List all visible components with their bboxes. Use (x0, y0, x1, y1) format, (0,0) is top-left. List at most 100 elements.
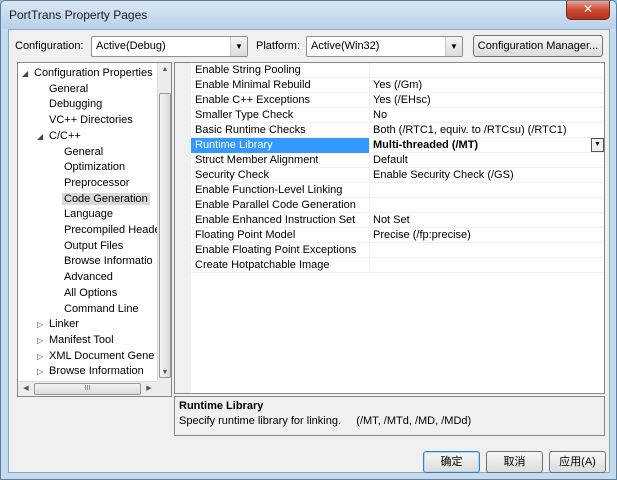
column-divider[interactable] (369, 153, 370, 168)
property-value[interactable]: Enable Security Check (/GS) (373, 169, 514, 181)
column-divider[interactable] (369, 198, 370, 213)
expand-icon[interactable]: ▷ (37, 333, 47, 349)
scroll-left-icon[interactable]: ◀ (19, 382, 33, 396)
column-divider[interactable] (369, 243, 370, 258)
property-row[interactable]: Enable Enhanced Instruction Set Not Set (191, 213, 604, 228)
platform-dropdown[interactable]: Active(Win32) ▼ (306, 36, 463, 57)
property-value[interactable]: Yes (/Gm) (373, 79, 422, 91)
property-name: Smaller Type Check (195, 109, 294, 121)
tree-item[interactable]: Output Files (52, 238, 125, 254)
scroll-up-icon[interactable]: ▲ (158, 63, 171, 77)
tree-item-label: XML Document Gene (49, 349, 155, 362)
property-name: Struct Member Alignment (195, 154, 319, 166)
configuration-label: Configuration: (15, 40, 84, 52)
column-divider[interactable] (369, 168, 370, 183)
description-text: Specify runtime library for linking. (/M… (179, 415, 472, 427)
tree-item[interactable]: ▷ Linker (37, 316, 81, 332)
column-divider[interactable] (369, 228, 370, 243)
tree-horizontal-scrollbar[interactable]: ◀ III ▶ (18, 381, 157, 396)
property-grid-gutter (175, 63, 191, 393)
tree-item[interactable]: ◢ Configuration Properties (22, 65, 155, 81)
tree-item[interactable]: ◢ C/C++ (37, 128, 83, 144)
property-row[interactable]: Enable C++ Exceptions Yes (/EHsc) (191, 93, 604, 108)
property-value[interactable]: Multi-threaded (/MT) (373, 139, 478, 151)
tree-item[interactable]: General (52, 144, 105, 160)
property-name: Enable String Pooling (195, 64, 301, 76)
tree-vertical-scrollbar[interactable]: ▲ ▼ (157, 63, 171, 381)
scroll-right-icon[interactable]: ▶ (142, 382, 156, 396)
property-value[interactable]: Yes (/EHsc) (373, 94, 431, 106)
column-divider[interactable] (369, 108, 370, 123)
column-divider[interactable] (369, 258, 370, 273)
tree-item[interactable]: Optimization (52, 159, 127, 175)
property-value[interactable]: Not Set (373, 214, 410, 226)
property-value[interactable]: No (373, 109, 387, 121)
property-row[interactable]: Struct Member Alignment Default (191, 153, 604, 168)
close-icon: ✕ (582, 2, 594, 16)
cancel-button[interactable]: 取消 (486, 451, 543, 473)
tree-item-label: Advanced (64, 271, 113, 284)
tree-item[interactable]: ▷ Browse Information (37, 363, 146, 379)
settings-tree[interactable]: ◢ Configuration Properties General Debuggin… (17, 62, 172, 397)
expand-icon[interactable]: ▷ (37, 349, 47, 365)
tree-item-label: General (64, 145, 104, 158)
property-value[interactable]: Precise (/fp:precise) (373, 229, 471, 241)
tree-item[interactable]: ▷ Manifest Tool (37, 332, 116, 348)
column-divider[interactable] (369, 183, 370, 198)
tree-item[interactable]: All Options (52, 285, 119, 301)
expand-icon[interactable]: ▷ (37, 317, 47, 333)
property-name: Enable Parallel Code Generation (195, 199, 356, 211)
property-row[interactable]: Enable Function-Level Linking (191, 183, 604, 198)
collapse-icon[interactable]: ◢ (37, 129, 47, 145)
tree-item[interactable]: Precompiled Heade (52, 222, 163, 238)
property-value[interactable]: Both (/RTC1, equiv. to /RTCsu) (/RTC1) (373, 124, 567, 136)
tree-item[interactable]: Command Line (52, 301, 141, 317)
column-divider[interactable] (369, 63, 370, 78)
property-row[interactable]: Runtime Library Multi-threaded (/MT) ▼ (191, 138, 604, 153)
scroll-thumb-horizontal[interactable]: III (34, 383, 141, 395)
property-row[interactable]: Smaller Type Check No (191, 108, 604, 123)
column-divider[interactable] (369, 138, 370, 153)
column-divider[interactable] (369, 78, 370, 93)
property-row[interactable]: Enable Parallel Code Generation (191, 198, 604, 213)
expand-icon[interactable]: ▷ (37, 364, 47, 380)
property-grid[interactable]: Enable String Pooling Enable Minimal Rebu… (174, 62, 605, 394)
column-divider[interactable] (369, 93, 370, 108)
tree-item[interactable]: Browse Informatio (52, 253, 155, 269)
property-name: Enable Floating Point Exceptions (195, 244, 357, 256)
tree-item[interactable]: VC++ Directories (37, 112, 135, 128)
property-row[interactable]: Floating Point Model Precise (/fp:precise… (191, 228, 604, 243)
property-row[interactable]: Basic Runtime Checks Both (/RTC1, equiv. … (191, 123, 604, 138)
apply-button[interactable]: 应用(A) (549, 451, 606, 473)
property-row[interactable]: Enable Minimal Rebuild Yes (/Gm) (191, 78, 604, 93)
column-divider[interactable] (369, 213, 370, 228)
tree-item[interactable]: Code Generation (52, 191, 150, 207)
configuration-dropdown[interactable]: Active(Debug) ▼ (91, 36, 248, 57)
property-row[interactable]: Enable Floating Point Exceptions (191, 243, 604, 258)
configuration-manager-button[interactable]: Configuration Manager... (473, 35, 603, 57)
property-row[interactable]: Enable String Pooling (191, 63, 604, 78)
value-dropdown-icon[interactable]: ▼ (591, 138, 604, 152)
column-divider[interactable] (369, 123, 370, 138)
tree-item-label: Command Line (64, 302, 139, 315)
property-row[interactable]: Security Check Enable Security Check (/GS… (191, 168, 604, 183)
ok-button[interactable]: 确定 (423, 451, 480, 473)
close-button[interactable]: ✕ (566, 1, 610, 20)
property-name: Floating Point Model (195, 229, 296, 241)
property-name: Enable Minimal Rebuild (195, 79, 311, 91)
title-bar[interactable]: PortTrans Property Pages ✕ (1, 1, 616, 29)
tree-item[interactable]: Advanced (52, 269, 115, 285)
tree-item[interactable]: General (37, 81, 90, 97)
tree-item[interactable]: Debugging (37, 96, 104, 112)
tree-item-label: Browse Information (49, 365, 144, 378)
property-value[interactable]: Default (373, 154, 408, 166)
tree-item[interactable]: ▷ XML Document Gene (37, 348, 156, 364)
tree-item[interactable]: Language (52, 206, 115, 222)
property-row[interactable]: Create Hotpatchable Image (191, 258, 604, 273)
tree-item-label: Preprocessor (64, 176, 130, 189)
scroll-down-icon[interactable]: ▼ (158, 366, 171, 380)
scroll-thumb[interactable] (159, 93, 171, 378)
tree-item-label: Output Files (64, 239, 124, 252)
collapse-icon[interactable]: ◢ (22, 66, 32, 82)
tree-item[interactable]: Preprocessor (52, 175, 131, 191)
